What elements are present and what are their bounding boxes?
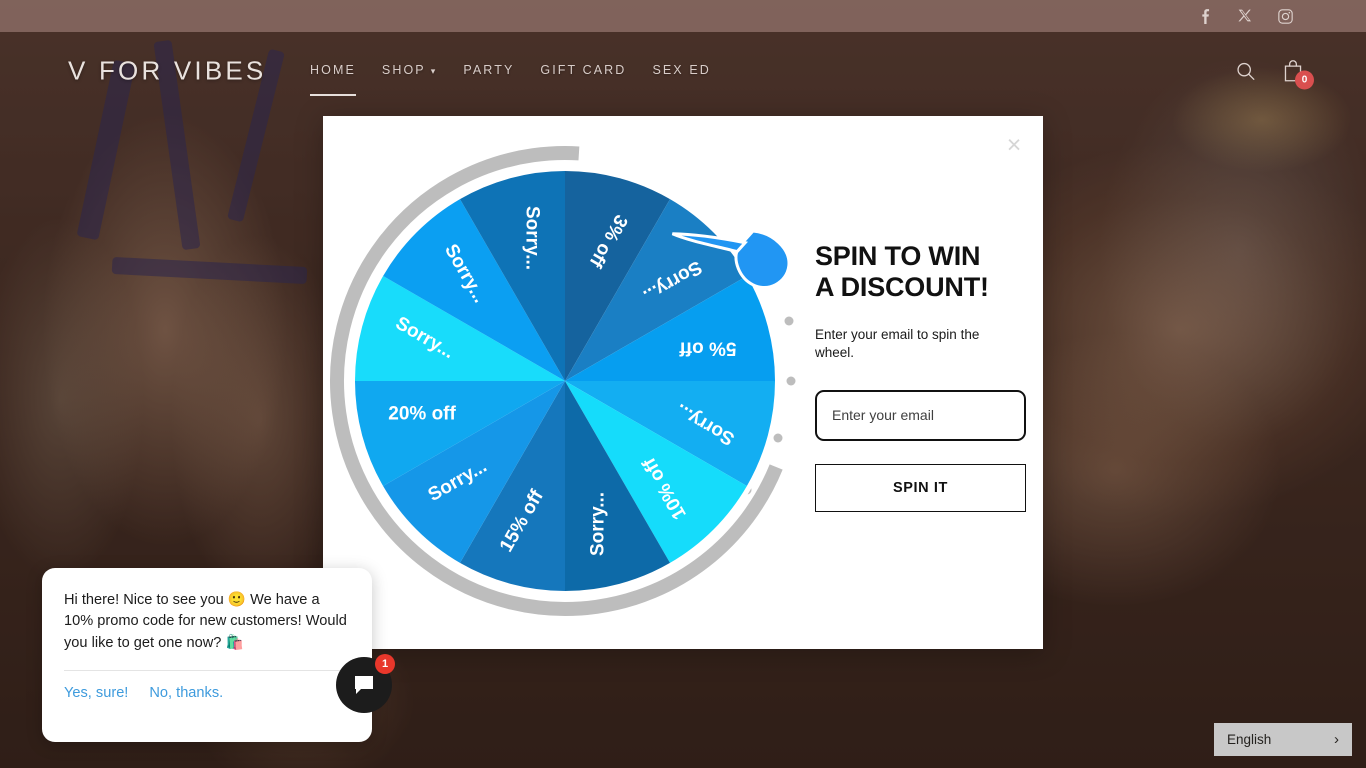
x-twitter-icon[interactable] [1236, 7, 1254, 25]
language-selector[interactable]: English › [1214, 723, 1352, 756]
spin-it-button[interactable]: SPIN IT [815, 463, 1026, 512]
chat-bubble-icon [355, 676, 373, 694]
prize-wheel-svg[interactable]: 3% off Sorry... 5% off Sorry... 10% off … [323, 116, 815, 649]
email-input[interactable] [832, 407, 1009, 424]
chevron-down-icon: ▾ [430, 65, 438, 76]
wheel-label-8: 20% off [388, 403, 456, 424]
close-icon[interactable]: × [999, 130, 1029, 160]
chat-reply-yes[interactable]: Yes, sure! [64, 685, 128, 701]
cart-button[interactable]: 0 [1282, 60, 1314, 90]
nav-label: SHOP [381, 63, 426, 77]
site-logo[interactable]: V FOR VIBES [68, 56, 266, 87]
facebook-icon[interactable] [1196, 7, 1214, 25]
email-field[interactable] [815, 389, 1026, 441]
cart-count-badge: 0 [1295, 70, 1314, 90]
nav-label: PARTY [463, 63, 515, 77]
chat-reply-no[interactable]: No, thanks. [149, 685, 223, 701]
wheel-segments [355, 170, 775, 591]
prize-wheel[interactable]: 3% off Sorry... 5% off Sorry... 10% off … [323, 116, 815, 649]
language-current-label: English [1227, 732, 1272, 747]
chat-quick-replies: Yes, sure! No, thanks. [64, 671, 350, 701]
instagram-icon[interactable] [1276, 7, 1294, 25]
offer-pane: SPIN TO WIN A DISCOUNT! Enter your email… [815, 116, 1043, 649]
offer-subtitle: Enter your email to spin the wheel. [815, 327, 980, 361]
chat-launcher-button[interactable]: 1 [336, 654, 395, 713]
nav-item-shop[interactable]: SHOP ▾ [382, 63, 437, 79]
nav-item-sex-ed[interactable]: SEX ED [652, 63, 710, 79]
chat-greeting-card: Hi there! Nice to see you 🙂 We have a 10… [42, 568, 372, 742]
nav-label: HOME [310, 63, 356, 77]
wheel-label-2: 5% off [679, 338, 737, 359]
page-title: SPIN TO WIN A DISCOUNT! [815, 241, 989, 303]
page-root: V FOR VIBES HOME SHOP ▾ PARTY GIFT CARD … [0, 0, 1366, 768]
header-actions: 0 [1235, 60, 1314, 90]
nav-label: GIFT CARD [540, 63, 627, 77]
nav-item-gift-card[interactable]: GIFT CARD [540, 63, 626, 79]
site-header: V FOR VIBES HOME SHOP ▾ PARTY GIFT CARD … [0, 32, 1366, 110]
chat-unread-badge: 1 [375, 654, 395, 674]
wheel-label-5: Sorry... [587, 492, 608, 556]
nav-item-party[interactable]: PARTY [463, 63, 514, 79]
wheel-label-11: Sorry... [522, 206, 543, 270]
wheel-pane: 3% off Sorry... 5% off Sorry... 10% off … [323, 116, 815, 649]
spin-to-win-modal: × 3% off Sorry... 5% off Sorry... 10% of… [323, 116, 1043, 649]
nav-label: SEX ED [652, 63, 711, 77]
social-bar [0, 0, 1366, 32]
search-icon[interactable] [1235, 61, 1256, 82]
nav-item-home[interactable]: HOME [310, 63, 356, 96]
chevron-right-icon: › [1334, 731, 1339, 748]
main-navigation: HOME SHOP ▾ PARTY GIFT CARD SEX ED [310, 63, 711, 96]
chat-message: Hi there! Nice to see you 🙂 We have a 10… [64, 592, 347, 651]
